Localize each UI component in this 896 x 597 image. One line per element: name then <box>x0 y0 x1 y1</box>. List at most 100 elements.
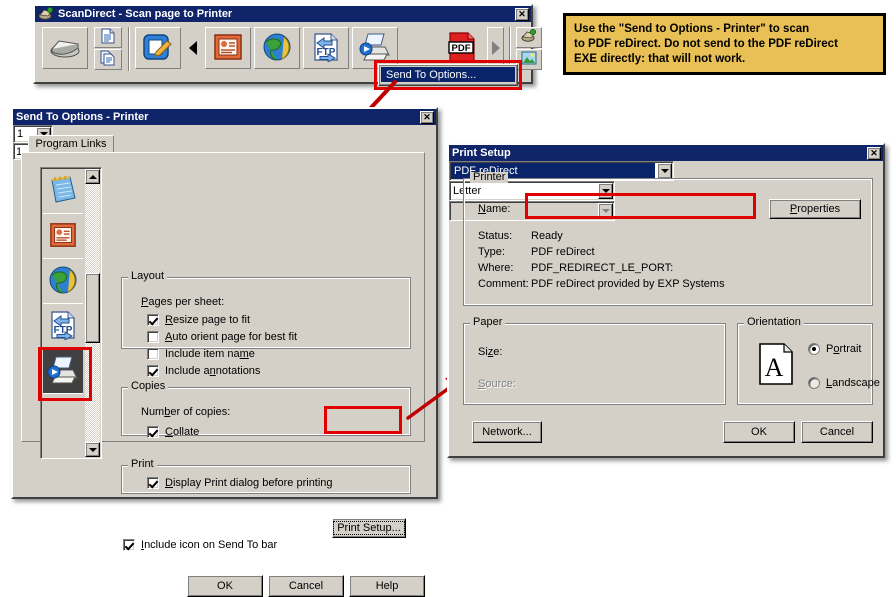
checkbox-include-annotations[interactable]: Include annotations <box>147 365 260 377</box>
checkbox-collate-box[interactable] <box>147 426 159 438</box>
printer-where-value: PDF_REDIRECT_LE_PORT: <box>531 262 674 274</box>
scan-button[interactable] <box>42 27 88 69</box>
send-to-presentation-button[interactable] <box>205 27 251 69</box>
send-to-options-ok-label: OK <box>217 580 233 592</box>
program-links-listbox[interactable]: FTP <box>40 167 102 459</box>
svg-text:A: A <box>765 353 784 382</box>
checkbox-collate[interactable]: Collate <box>147 426 199 438</box>
send-to-pdf-button[interactable]: PDF <box>441 27 485 69</box>
network-button[interactable]: Network... <box>472 421 542 443</box>
printer-properties-label: Properties <box>789 203 841 215</box>
printer-icon <box>358 32 392 65</box>
scroll-right-button[interactable] <box>487 27 504 69</box>
print-setup-title-text: Print Setup <box>452 147 511 159</box>
scandirect-close-button[interactable]: ✕ <box>515 7 529 21</box>
send-to-ftp-button[interactable]: FTP <box>303 27 349 69</box>
globe-icon <box>262 32 292 65</box>
chevron-down-icon <box>88 447 97 452</box>
print-setup-button[interactable]: Print Setup... <box>332 518 406 538</box>
network-button-label: Network... <box>482 426 532 438</box>
printer-where-label: Where: <box>478 262 514 274</box>
radio-landscape[interactable]: Landscape <box>808 377 880 389</box>
checkbox-include-item-name[interactable]: Include item name <box>147 348 255 360</box>
print-setup-button-label: Print Setup... <box>333 521 405 535</box>
settings-button[interactable] <box>516 27 542 48</box>
send-to-options-close-button[interactable]: ✕ <box>420 110 434 124</box>
print-setup-cancel-button[interactable]: Cancel <box>801 421 873 443</box>
checkbox-resize-page-label: Resize page to fit <box>165 314 251 326</box>
print-setup-dialog: Print Setup ✕ Printer Name: PDF reDirect… <box>447 143 885 458</box>
page-single-button[interactable] <box>94 27 122 48</box>
send-to-options-titlebar: Send To Options - Printer ✕ <box>13 109 436 125</box>
printer-comment-value: PDF reDirect provided by EXP Systems <box>531 278 725 290</box>
checkbox-display-print-dialog-box[interactable] <box>147 477 159 489</box>
ftp-icon: FTP <box>48 310 78 343</box>
checkbox-auto-orient-box[interactable] <box>147 331 159 343</box>
radio-portrait-button[interactable] <box>808 343 820 355</box>
scandirect-titlebar: ScanDirect - Scan page to Printer ✕ <box>35 6 531 22</box>
checkbox-display-print-dialog-label: Display Print dialog before printing <box>165 477 333 489</box>
toolbar-separator-1 <box>128 27 129 71</box>
listbox-scroll-thumb[interactable] <box>85 273 100 343</box>
paper-group-title: Paper <box>470 317 506 328</box>
single-page-icon <box>101 28 115 47</box>
print-setup-close-button[interactable]: ✕ <box>867 146 881 160</box>
printer-status-label: Status: <box>478 230 513 242</box>
radio-landscape-label: Landscape <box>826 377 880 389</box>
print-setup-titlebar: Print Setup ✕ <box>449 145 883 161</box>
program-link-ftp[interactable]: FTP <box>43 305 83 349</box>
checkbox-include-item-name-box[interactable] <box>147 348 159 360</box>
globe-icon <box>48 265 78 298</box>
checkbox-auto-orient-label: Auto orient page for best fit <box>165 331 298 343</box>
printer-comment-label: Comment: <box>478 278 529 290</box>
radio-portrait[interactable]: Portrait <box>808 343 861 355</box>
listbox-scroll-up-button[interactable] <box>85 169 100 184</box>
notepad-icon <box>48 174 78 209</box>
image-button[interactable] <box>516 49 542 70</box>
checkbox-resize-page[interactable]: Resize page to fit <box>147 314 250 326</box>
program-link-presentation[interactable] <box>43 215 83 259</box>
send-to-editor-button[interactable] <box>135 27 181 69</box>
number-of-copies-label: Number of copies: <box>141 406 231 418</box>
checkbox-include-item-name-label: Include item name <box>165 348 255 360</box>
print-setup-ok-label: OK <box>751 426 767 438</box>
send-to-options-title-text: Send To Options - Printer <box>16 111 149 123</box>
checkbox-auto-orient[interactable]: Auto orient page for best fit <box>147 331 297 343</box>
listbox-scroll-down-button[interactable] <box>85 442 100 457</box>
send-to-options-help-button[interactable]: Help <box>349 575 425 597</box>
checkbox-resize-page-box[interactable] <box>147 314 159 326</box>
tab-program-links[interactable]: Program Links <box>28 135 114 153</box>
scanner-icon <box>48 34 82 63</box>
scandirect-title-text: ScanDirect - Scan page to Printer <box>58 8 233 20</box>
send-to-options-ok-button[interactable]: OK <box>187 575 263 597</box>
checkbox-include-icon-sendto[interactable]: Include icon on Send To bar <box>123 539 277 551</box>
checkbox-include-icon-sendto-label: Include icon on Send To bar <box>141 539 278 551</box>
printer-properties-button[interactable]: Properties <box>769 199 861 219</box>
checkbox-display-print-dialog[interactable]: Display Print dialog before printing <box>147 477 333 489</box>
printer-status-value: Ready <box>531 230 563 242</box>
checkbox-include-annotations-box[interactable] <box>147 365 159 377</box>
chevron-up-icon <box>88 174 97 179</box>
edit-document-icon <box>142 32 174 65</box>
program-link-printer[interactable] <box>43 350 83 394</box>
print-setup-cancel-label: Cancel <box>819 426 855 438</box>
layout-group-title: Layout <box>128 271 168 282</box>
multi-page-icon <box>100 50 116 69</box>
page-multi-button[interactable] <box>94 49 122 70</box>
svg-text:PDF: PDF <box>452 43 471 54</box>
checkbox-include-icon-sendto-box[interactable] <box>123 539 135 551</box>
send-to-options-help-label: Help <box>375 580 399 592</box>
print-setup-ok-button[interactable]: OK <box>723 421 795 443</box>
radio-landscape-button[interactable] <box>808 377 820 389</box>
callout-line-2: to PDF reDirect. Do not send to the PDF … <box>574 38 838 50</box>
presentation-icon <box>213 33 243 64</box>
program-link-web[interactable] <box>43 260 83 304</box>
send-to-web-button[interactable] <box>254 27 300 69</box>
scroll-left-button[interactable] <box>184 27 201 69</box>
copies-group-title: Copies <box>128 381 169 392</box>
send-to-printer-button[interactable] <box>352 27 398 69</box>
printer-type-value: PDF reDirect <box>531 246 595 258</box>
program-link-notepad[interactable] <box>43 170 83 214</box>
send-to-options-cancel-button[interactable]: Cancel <box>268 575 344 597</box>
ftp-icon: FTP <box>311 32 341 65</box>
